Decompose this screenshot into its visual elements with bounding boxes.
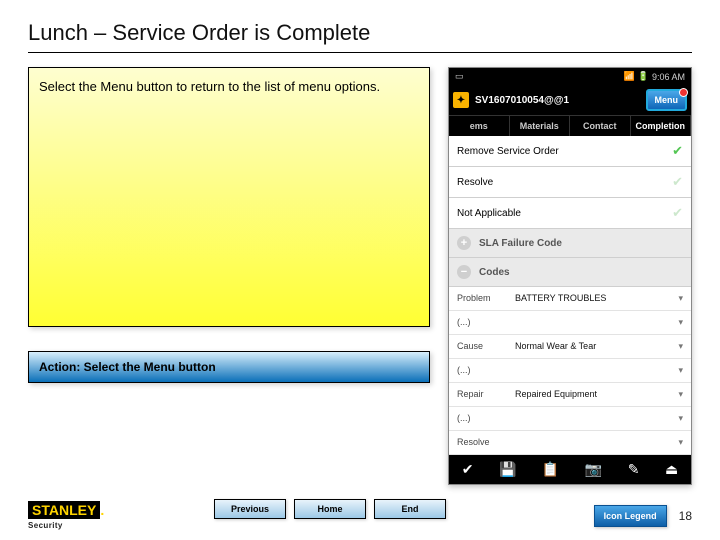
row-remove-service-order[interactable]: Remove Service Order ✔	[449, 136, 691, 167]
checkmark-icon: ✔	[672, 143, 683, 159]
brand-name: STANLEY	[28, 501, 100, 519]
tab-items[interactable]: ems	[449, 116, 510, 136]
checkmark-icon: ✔	[672, 205, 683, 221]
field-key: (...)	[457, 413, 515, 424]
field-key: Repair	[457, 389, 515, 400]
status-carrier-icon: ▭	[455, 71, 464, 82]
chevron-down-icon: ▾	[678, 413, 683, 424]
checkmark-icon: ✔	[672, 174, 683, 190]
field-key: Cause	[457, 341, 515, 352]
tab-materials[interactable]: Materials	[510, 116, 571, 136]
field-key: Problem	[457, 293, 515, 304]
minus-icon: −	[457, 265, 471, 279]
field-resolve[interactable]: Resolve ▾	[449, 431, 691, 455]
brand-logo: STANLEY. Security	[28, 502, 104, 530]
icon-legend-button[interactable]: Icon Legend	[594, 505, 667, 527]
field-value: BATTERY TROUBLES	[515, 293, 678, 304]
field-ellipsis[interactable]: (...) ▾	[449, 311, 691, 335]
row-not-applicable[interactable]: Not Applicable ✔	[449, 198, 691, 229]
clipboard-icon[interactable]: 📋	[542, 461, 559, 478]
group-label: SLA Failure Code	[479, 238, 562, 249]
chevron-down-icon: ▾	[678, 365, 683, 376]
field-key: (...)	[457, 365, 515, 376]
field-ellipsis[interactable]: (...) ▾	[449, 359, 691, 383]
check-icon[interactable]: ✔	[462, 461, 474, 478]
action-callout: Action: Select the Menu button	[28, 351, 430, 383]
phone-screenshot: ▭ 📶 🔋 9:06 AM ✦ SV1607010054@@1 Menu ems…	[448, 67, 692, 485]
field-problem[interactable]: Problem BATTERY TROUBLES ▾	[449, 287, 691, 311]
chevron-down-icon: ▾	[678, 437, 683, 448]
row-label: Not Applicable	[457, 208, 521, 219]
row-label: Resolve	[457, 177, 493, 188]
chevron-down-icon: ▾	[678, 341, 683, 352]
status-battery-icon: 🔋	[638, 71, 649, 82]
field-key: Resolve	[457, 437, 515, 448]
field-repair[interactable]: Repair Repaired Equipment ▾	[449, 383, 691, 407]
plus-icon: +	[457, 236, 471, 250]
row-resolve[interactable]: Resolve ✔	[449, 167, 691, 198]
row-label: Remove Service Order	[457, 146, 559, 157]
chevron-down-icon: ▾	[678, 293, 683, 304]
field-value: Repaired Equipment	[515, 389, 678, 400]
chevron-down-icon: ▾	[678, 389, 683, 400]
order-id: SV1607010054@@1	[475, 95, 640, 106]
tab-completion[interactable]: Completion	[631, 116, 692, 136]
group-label: Codes	[479, 267, 510, 278]
group-codes[interactable]: − Codes	[449, 258, 691, 287]
chevron-down-icon: ▾	[678, 317, 683, 328]
instruction-callout: Select the Menu button to return to the …	[28, 67, 430, 327]
tab-contact[interactable]: Contact	[570, 116, 631, 136]
field-cause[interactable]: Cause Normal Wear & Tear ▾	[449, 335, 691, 359]
save-icon[interactable]: 💾	[499, 461, 516, 478]
brand-sub: Security	[28, 521, 104, 530]
menu-button[interactable]: Menu	[646, 89, 688, 111]
phone-bottombar: ✔ 💾 📋 📷 ✎ ⏏	[449, 455, 691, 484]
page-title: Lunch – Service Order is Complete	[28, 20, 692, 53]
app-logo-icon: ✦	[453, 92, 469, 108]
edit-icon[interactable]: ✎	[628, 461, 640, 478]
group-sla-failure[interactable]: + SLA Failure Code	[449, 229, 691, 258]
field-ellipsis[interactable]: (...) ▾	[449, 407, 691, 431]
status-signal-icon: 📶	[624, 71, 635, 82]
field-value: Normal Wear & Tear	[515, 341, 678, 352]
phone-appbar: ✦ SV1607010054@@1 Menu	[449, 85, 691, 115]
phone-tabbar: ems Materials Contact Completion	[449, 115, 691, 136]
phone-statusbar: ▭ 📶 🔋 9:06 AM	[449, 68, 691, 85]
exit-icon[interactable]: ⏏	[665, 461, 678, 478]
field-key: (...)	[457, 317, 515, 328]
page-number: 18	[679, 509, 692, 523]
status-time: 9:06 AM	[652, 72, 685, 82]
camera-icon[interactable]: 📷	[585, 461, 602, 478]
